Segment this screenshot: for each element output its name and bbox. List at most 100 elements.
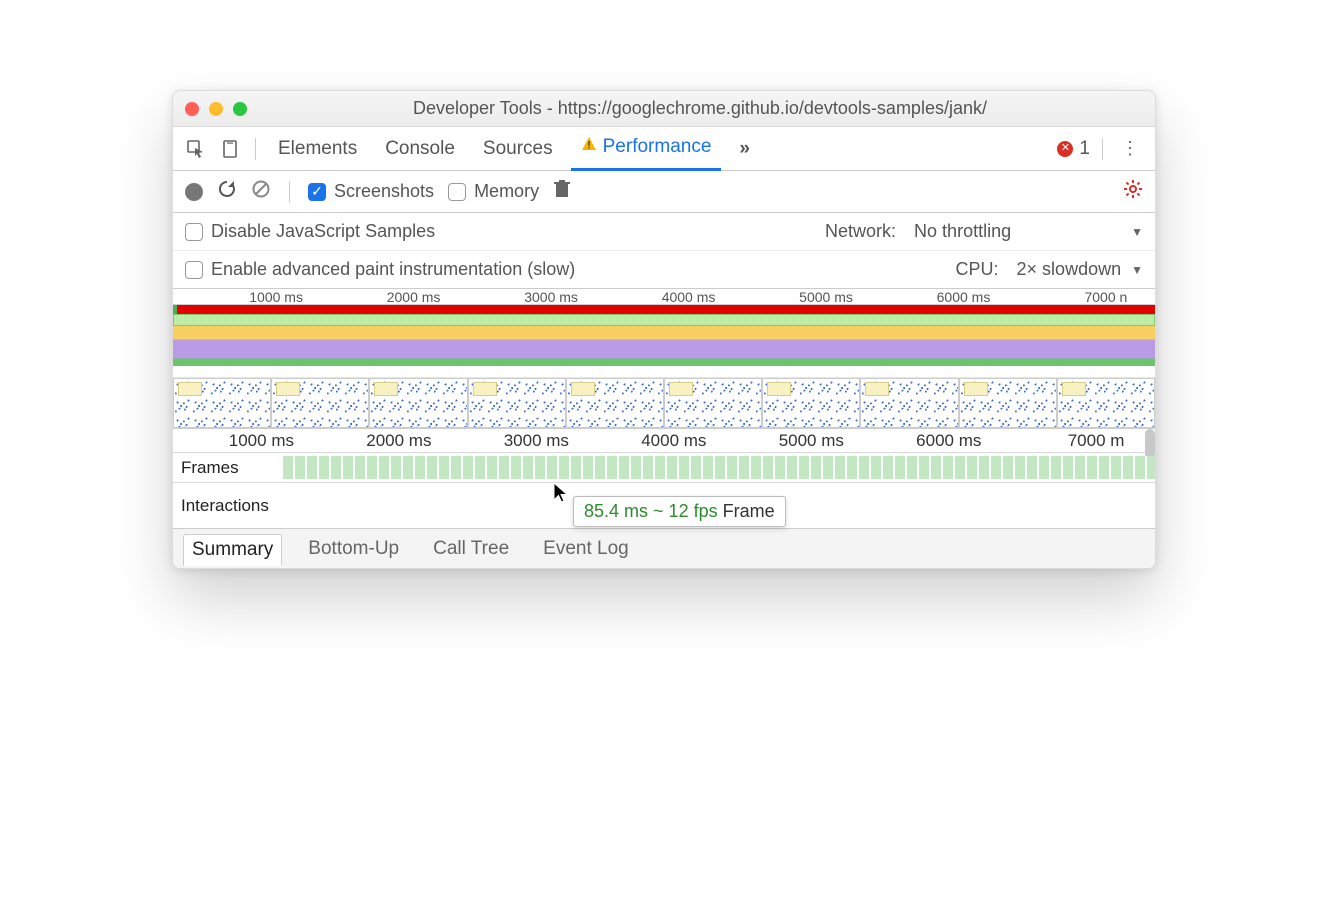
flame-chart-area[interactable]: 1000 ms 2000 ms 3000 ms 4000 ms 5000 ms … bbox=[173, 428, 1155, 528]
memory-label: Memory bbox=[474, 181, 539, 202]
screenshot-thumb[interactable] bbox=[566, 378, 664, 428]
divider bbox=[255, 138, 256, 160]
flame-ruler[interactable]: 1000 ms 2000 ms 3000 ms 4000 ms 5000 ms … bbox=[173, 428, 1155, 452]
ruler-tick: 5000 ms bbox=[779, 431, 844, 451]
cpu-label: CPU: bbox=[956, 259, 999, 280]
tooltip-kind: Frame bbox=[723, 501, 775, 521]
clear-button[interactable] bbox=[251, 179, 271, 204]
screenshot-thumb[interactable] bbox=[1057, 378, 1155, 428]
tab-call-tree[interactable]: Call Tree bbox=[425, 534, 517, 564]
overview-dropped-frames-bar bbox=[173, 305, 1155, 314]
disable-js-samples-toggle[interactable]: Disable JavaScript Samples bbox=[185, 221, 435, 242]
enable-paint-instrumentation-toggle[interactable]: Enable advanced paint instrumentation (s… bbox=[185, 259, 575, 280]
ruler-tick: 1000 ms bbox=[229, 431, 294, 451]
ruler-tick: 6000 ms bbox=[916, 431, 981, 451]
net-track bbox=[173, 366, 1155, 378]
ruler-tick: 7000 m bbox=[1068, 431, 1125, 451]
screenshot-thumb[interactable] bbox=[664, 378, 762, 428]
tab-sources[interactable]: Sources bbox=[473, 127, 563, 171]
screenshot-thumb[interactable] bbox=[271, 378, 369, 428]
tab-label: Sources bbox=[483, 138, 553, 160]
kebab-menu-icon[interactable]: ⋮ bbox=[1115, 138, 1145, 159]
perf-toolbar: ✓ Screenshots Memory bbox=[173, 171, 1155, 213]
frame-tooltip: 85.4 ms ~ 12 fps Frame bbox=[573, 496, 786, 527]
zoom-window-button[interactable] bbox=[233, 102, 247, 116]
tab-label: Performance bbox=[603, 136, 712, 158]
checkbox-icon bbox=[185, 261, 203, 279]
ruler-tick: 2000 ms bbox=[366, 431, 431, 451]
error-counter[interactable]: ✕ 1 bbox=[1057, 138, 1090, 160]
checkbox-icon bbox=[448, 183, 466, 201]
settings-row-2: Enable advanced paint instrumentation (s… bbox=[173, 251, 1155, 289]
error-icon: ✕ bbox=[1057, 141, 1073, 157]
tab-summary[interactable]: Summary bbox=[183, 534, 282, 566]
window-title: Developer Tools - https://googlechrome.g… bbox=[257, 98, 1143, 119]
network-value: No throttling bbox=[914, 221, 1011, 242]
ruler-tick: 3000 ms bbox=[524, 289, 578, 305]
ruler-tick: 4000 ms bbox=[662, 289, 716, 305]
tab-elements[interactable]: Elements bbox=[268, 127, 367, 171]
screenshot-thumb[interactable] bbox=[860, 378, 958, 428]
tab-event-log[interactable]: Event Log bbox=[535, 534, 637, 564]
divider bbox=[289, 181, 290, 203]
ruler-tick: 1000 ms bbox=[249, 289, 303, 305]
screenshots-toggle[interactable]: ✓ Screenshots bbox=[308, 181, 434, 202]
device-toggle-icon[interactable] bbox=[217, 136, 243, 162]
inspect-element-icon[interactable] bbox=[183, 136, 209, 162]
ruler-tick: 2000 ms bbox=[387, 289, 441, 305]
record-button[interactable] bbox=[185, 183, 203, 201]
checkbox-icon bbox=[185, 223, 203, 241]
tab-performance[interactable]: Performance bbox=[571, 127, 722, 171]
memory-toggle[interactable]: Memory bbox=[448, 181, 539, 202]
interactions-lane-label: Interactions bbox=[173, 496, 283, 516]
screenshot-thumb[interactable] bbox=[173, 378, 271, 428]
ruler-tick: 3000 ms bbox=[504, 431, 569, 451]
titlebar: Developer Tools - https://googlechrome.g… bbox=[173, 91, 1155, 127]
divider bbox=[1102, 138, 1103, 160]
tab-console[interactable]: Console bbox=[375, 127, 465, 171]
frames-lane-label: Frames bbox=[173, 458, 283, 478]
screenshots-label: Screenshots bbox=[334, 181, 434, 202]
tab-label: Console bbox=[385, 138, 455, 160]
screenshot-thumb[interactable] bbox=[959, 378, 1057, 428]
cpu-value: 2× slowdown bbox=[1017, 259, 1122, 280]
details-tabs: Summary Bottom-Up Call Tree Event Log bbox=[173, 528, 1155, 568]
minimize-window-button[interactable] bbox=[209, 102, 223, 116]
ruler-tick: 6000 ms bbox=[937, 289, 991, 305]
close-window-button[interactable] bbox=[185, 102, 199, 116]
chevron-down-icon: ▼ bbox=[1131, 225, 1143, 239]
panel-tabs: Elements Console Sources Performance » ✕… bbox=[173, 127, 1155, 171]
reload-record-button[interactable] bbox=[217, 179, 237, 204]
capture-settings-icon[interactable] bbox=[1123, 179, 1143, 205]
tooltip-time: 85.4 ms bbox=[584, 501, 648, 521]
chevron-down-icon: ▼ bbox=[1131, 263, 1143, 277]
warning-icon bbox=[581, 136, 597, 158]
frames-lane[interactable]: Frames bbox=[173, 452, 1155, 482]
screenshot-thumb[interactable] bbox=[468, 378, 566, 428]
screenshot-thumb[interactable] bbox=[369, 378, 467, 428]
frames-strip[interactable] bbox=[283, 456, 1155, 479]
screenshot-strip[interactable] bbox=[173, 378, 1155, 428]
ruler-tick: 7000 n bbox=[1084, 289, 1127, 305]
tooltip-fps: ~ 12 fps bbox=[653, 501, 718, 521]
settings-row-1: Disable JavaScript Samples Network: No t… bbox=[173, 213, 1155, 251]
enable-paint-label: Enable advanced paint instrumentation (s… bbox=[211, 259, 575, 280]
devtools-window: Developer Tools - https://googlechrome.g… bbox=[172, 90, 1156, 569]
tab-label: Elements bbox=[278, 138, 357, 160]
checkbox-checked-icon: ✓ bbox=[308, 183, 326, 201]
network-label: Network: bbox=[825, 221, 896, 242]
ruler-tick: 4000 ms bbox=[641, 431, 706, 451]
overview-panel[interactable]: 1000 ms 2000 ms 3000 ms 4000 ms 5000 ms … bbox=[173, 289, 1155, 428]
network-throttling-select[interactable]: No throttling ▼ bbox=[914, 221, 1143, 242]
disable-js-samples-label: Disable JavaScript Samples bbox=[211, 221, 435, 242]
overview-ruler[interactable]: 1000 ms 2000 ms 3000 ms 4000 ms 5000 ms … bbox=[173, 289, 1155, 305]
cpu-throttling-select[interactable]: 2× slowdown ▼ bbox=[1017, 259, 1143, 280]
fps-track bbox=[173, 314, 1155, 326]
error-count: 1 bbox=[1079, 138, 1090, 160]
screenshot-thumb[interactable] bbox=[762, 378, 860, 428]
cpu-track bbox=[173, 326, 1155, 366]
ruler-tick: 5000 ms bbox=[799, 289, 853, 305]
tab-bottom-up[interactable]: Bottom-Up bbox=[300, 534, 407, 564]
tabs-overflow[interactable]: » bbox=[729, 127, 760, 171]
trash-button[interactable] bbox=[553, 179, 571, 204]
